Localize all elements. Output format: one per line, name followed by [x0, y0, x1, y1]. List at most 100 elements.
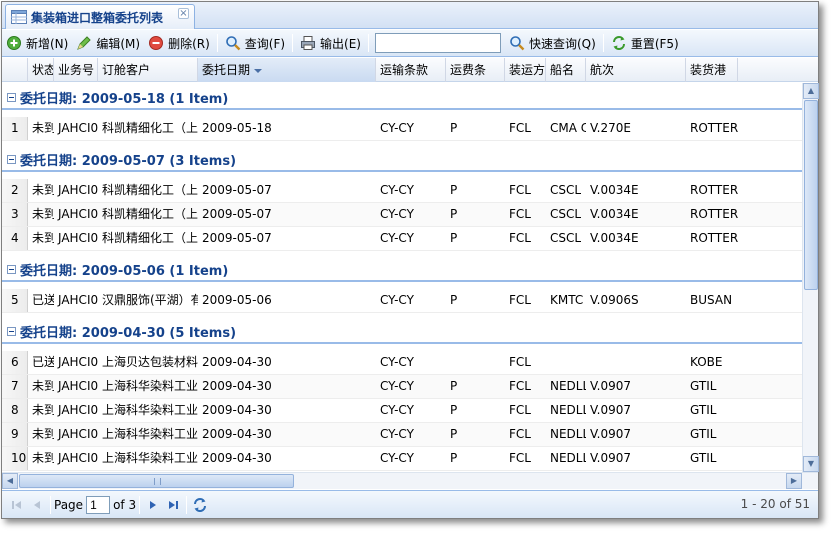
horizontal-scroll-thumb[interactable]	[19, 474, 294, 488]
page-label: Page	[54, 497, 84, 512]
column-header-customer[interactable]: 订舱客户	[98, 58, 198, 82]
group-header[interactable]: 委托日期: 2009-05-18 (1 Item)	[2, 86, 802, 110]
add-icon	[6, 35, 22, 51]
column-header-label: 航次	[590, 63, 615, 77]
cell-business-no: JAHCI09000051	[58, 355, 98, 369]
prev-page-icon[interactable]	[28, 496, 46, 514]
column-header-label: 委托日期	[202, 63, 251, 77]
quick-query-button[interactable]: 快速查询(Q)	[505, 32, 600, 54]
cell-vessel-name: NEDLLOYD EUR	[550, 403, 586, 417]
table-row[interactable]: 8 未到港 JAHCI09000049 上海科华染料工业有限公司 2009-04-30 C…	[2, 399, 802, 423]
group-label: 委托日期: 2009-05-18 (1 Item)	[20, 91, 229, 107]
cell-business-no: JAHCI09000048	[58, 427, 98, 441]
toolbar-separator	[602, 34, 604, 52]
table-row[interactable]: 5 已送货 JAHCI09000052 汉鼎服饰(平湖）有限公司 2009-05-06 C…	[2, 289, 802, 313]
delete-label: 删除(R)	[168, 36, 210, 51]
scroll-right-icon[interactable]: ▶	[786, 473, 802, 489]
quick-query-label: 快速查询(Q)	[529, 36, 596, 51]
collapse-icon[interactable]	[7, 154, 16, 164]
table-row[interactable]: 2 未到港 JAHCI09000055 科凯精细化工（上海）有限公司 2009-05-0…	[2, 179, 802, 203]
cell-transport-terms: CY-CY	[380, 379, 414, 393]
column-header-row-number[interactable]	[2, 58, 28, 82]
cell-shipment-mode: FCL	[509, 231, 531, 245]
printer-icon	[300, 35, 316, 51]
delete-button[interactable]: 删除(R)	[144, 32, 214, 54]
cell-row-number: 2	[2, 179, 28, 202]
cell-freight-terms: P	[450, 121, 458, 135]
column-header-label: 装货港	[690, 63, 727, 77]
group-label: 委托日期: 2009-04-30 (5 Items)	[20, 325, 237, 341]
grip-icon	[154, 478, 161, 485]
cell-row-number: 10	[2, 447, 28, 470]
column-header-loading-port[interactable]: 装货港	[686, 58, 738, 82]
vertical-scroll-thumb[interactable]	[804, 100, 818, 290]
table-row[interactable]: 3 未到港 JAHCI09000054 科凯精细化工（上海）有限公司 2009-05-0…	[2, 203, 802, 227]
cell-status: 未到港	[32, 121, 54, 135]
scroll-left-icon[interactable]: ◀	[2, 473, 18, 489]
collapse-icon[interactable]	[7, 92, 16, 102]
cell-business-no: JAHCI09000053	[58, 231, 98, 245]
cell-status: 已送货	[32, 355, 54, 369]
grid-panel: 集装箱进口整箱委托列表 × 新增(N) 编辑(M) 删除(R) 查询(F) 输出…	[1, 1, 819, 519]
cell-shipment-mode: FCL	[509, 293, 531, 307]
column-header-label: 装运方	[509, 63, 546, 77]
column-header-status[interactable]: 状态	[28, 58, 54, 82]
cell-voyage: V.270E	[590, 121, 631, 135]
cell-loading-port: GTIL	[690, 427, 717, 441]
last-page-icon[interactable]	[164, 496, 182, 514]
horizontal-scrollbar[interactable]: ◀ ▶	[2, 472, 818, 489]
paging-toolbar: Page of 3 1 - 20 of 51	[2, 490, 818, 518]
column-header-entrust-date[interactable]: 委托日期	[198, 58, 376, 82]
cell-business-no: JAHCI09000047	[58, 451, 98, 465]
column-header-transport-terms[interactable]: 运输条款	[376, 58, 446, 82]
column-header-shipment-mode[interactable]: 装运方	[505, 58, 546, 82]
table-row[interactable]: 7 未到港 JAHCI09000050 上海科华染料工业有限公司 2009-04-30 C…	[2, 375, 802, 399]
tab-container-import-list[interactable]: 集装箱进口整箱委托列表 ×	[5, 4, 195, 29]
cell-customer: 科凯精细化工（上海）有限公司	[102, 183, 198, 197]
group-header[interactable]: 委托日期: 2009-04-30 (5 Items)	[2, 320, 802, 344]
table-row[interactable]: 10 未到港 JAHCI09000047 上海科华染料工业有限公司 2009-04-30…	[2, 447, 802, 471]
next-page-icon[interactable]	[144, 496, 162, 514]
table-row[interactable]: 9 未到港 JAHCI09000048 上海科华染料工业有限公司 2009-04-30 C…	[2, 423, 802, 447]
cell-row-number: 1	[2, 117, 28, 140]
scroll-up-icon[interactable]: ▲	[803, 83, 819, 99]
cell-row-number: 9	[2, 423, 28, 446]
collapse-icon[interactable]	[7, 264, 16, 274]
export-button[interactable]: 输出(E)	[296, 32, 365, 54]
cell-row-number: 6	[2, 351, 28, 374]
add-label: 新增(N)	[26, 36, 69, 51]
vertical-scrollbar[interactable]: ▲ ▼	[802, 83, 819, 472]
group-header[interactable]: 委托日期: 2009-05-06 (1 Item)	[2, 258, 802, 282]
first-page-icon[interactable]	[8, 496, 26, 514]
close-icon[interactable]: ×	[178, 8, 189, 19]
table-row[interactable]: 4 未到港 JAHCI09000053 科凯精细化工（上海）有限公司 2009-05-0…	[2, 227, 802, 251]
pager-separator	[186, 495, 188, 514]
table-row[interactable]: 6 已送货 JAHCI09000051 上海贝达包装材料有限公司 2009-04-30 C…	[2, 351, 802, 375]
refresh-icon	[611, 35, 627, 51]
refresh-icon[interactable]	[191, 496, 209, 514]
page-count-label: of 3	[113, 497, 137, 512]
column-header-business-no[interactable]: 业务号	[54, 58, 98, 82]
group-header[interactable]: 委托日期: 2009-05-07 (3 Items)	[2, 148, 802, 172]
edit-button[interactable]: 编辑(M)	[72, 32, 144, 54]
sort-desc-icon[interactable]	[254, 68, 263, 73]
edit-label: 编辑(M)	[96, 36, 141, 51]
reset-button[interactable]: 重置(F5)	[607, 32, 683, 54]
collapse-icon[interactable]	[7, 326, 16, 336]
toolbar: 新增(N) 编辑(M) 删除(R) 查询(F) 输出(E) 快速查询(Q) 重置…	[2, 30, 818, 57]
quick-search-input[interactable]	[375, 33, 501, 53]
cell-status: 未到港	[32, 183, 54, 197]
page-number-input[interactable]	[86, 495, 111, 514]
column-header-voyage[interactable]: 航次	[586, 58, 686, 82]
cell-row-number: 8	[2, 399, 28, 422]
query-button[interactable]: 查询(F)	[221, 32, 289, 54]
cell-shipment-mode: FCL	[509, 207, 531, 221]
column-header-freight-terms[interactable]: 运费条	[446, 58, 505, 82]
cell-entrust-date: 2009-04-30	[202, 427, 272, 441]
scroll-down-icon[interactable]: ▼	[803, 456, 819, 472]
table-row[interactable]: 1 未到港 JAHCI09000056 科凯精细化工（上海）有限公司 2009-05-1…	[2, 117, 802, 141]
column-header-vessel-name[interactable]: 船名	[546, 58, 586, 82]
add-button[interactable]: 新增(N)	[2, 32, 72, 54]
cell-entrust-date: 2009-04-30	[202, 355, 272, 369]
column-header-label: 运费条	[450, 63, 487, 77]
